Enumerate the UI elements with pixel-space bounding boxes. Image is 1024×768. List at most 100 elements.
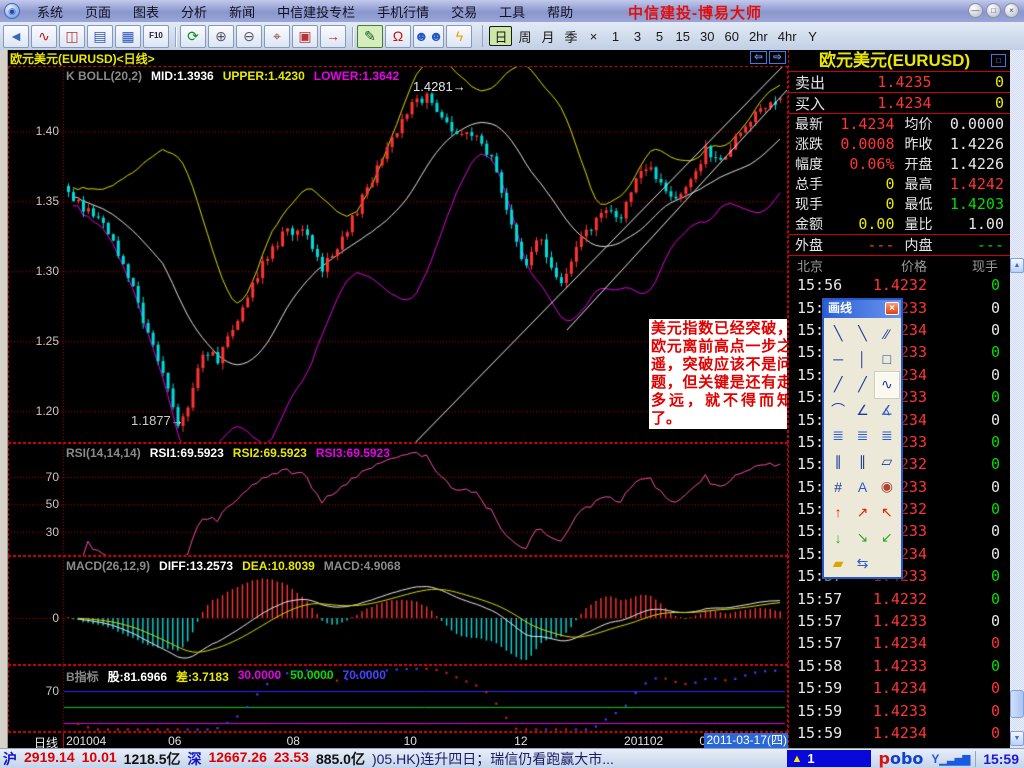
parallel-lines-tool[interactable]: ∕∕ xyxy=(875,321,899,347)
cycle-lines-tool[interactable]: ∥ xyxy=(850,449,874,475)
tape-col-price: 价格 xyxy=(861,256,927,275)
percent-lines-tool[interactable]: ≣ xyxy=(875,423,899,449)
menu-item[interactable]: 分析 xyxy=(170,1,218,22)
angle-tool[interactable]: ∠ xyxy=(850,398,874,424)
eraser-tool[interactable]: ▰ xyxy=(826,551,850,577)
alert-indicator[interactable]: ▲ 1 xyxy=(787,750,871,767)
channel-tool[interactable]: ▱ xyxy=(875,449,899,475)
rsi-header-part: RSI2:69.5923 xyxy=(233,446,307,460)
maximize-button[interactable]: □ xyxy=(986,3,1001,18)
gann-circle-tool[interactable]: ◉ xyxy=(875,474,899,500)
quote-list-button[interactable]: ▤ xyxy=(87,25,113,48)
window-switch-button[interactable]: ▣ xyxy=(292,25,318,48)
segment-line-tool[interactable]: ╱ xyxy=(826,372,850,398)
fib-retracement-tool[interactable]: ≣ xyxy=(826,423,850,449)
menu-item[interactable]: 工具 xyxy=(488,1,536,22)
main-chart-pane[interactable]: K BOLL(20,2)MID:1.3936UPPER:1.4230LOWER:… xyxy=(8,66,788,443)
period-button[interactable]: 60 xyxy=(720,26,742,46)
period-button[interactable]: 30 xyxy=(696,26,718,46)
tape-scrollbar[interactable]: ▲ ▼ xyxy=(1010,50,1024,748)
period-button[interactable]: 5 xyxy=(650,26,670,46)
fib-expansion-tool[interactable]: ≣ xyxy=(850,423,874,449)
minimize-button[interactable]: — xyxy=(968,3,983,18)
rsi-canvas[interactable] xyxy=(9,444,787,555)
scroll-left-button[interactable]: ⇦ xyxy=(750,51,767,64)
menu-item[interactable]: 系统 xyxy=(26,1,74,22)
macd-canvas[interactable] xyxy=(9,557,787,664)
report-button[interactable]: ▦ xyxy=(115,25,141,48)
palette-title-bar[interactable]: 画线 × xyxy=(824,300,901,318)
period-button[interactable]: 3 xyxy=(628,26,648,46)
tape-row: 15:57 1.4233 0 xyxy=(789,610,1010,632)
arrow-down-right-tool[interactable]: ↘ xyxy=(850,525,874,551)
menu-item[interactable]: 帮助 xyxy=(536,1,584,22)
quote-label: 内盘 xyxy=(905,235,947,255)
menu-item[interactable]: 手机行情 xyxy=(366,1,440,22)
back-button[interactable]: ◄ xyxy=(3,25,29,48)
current-date-badge[interactable]: 2011-03-17(四) xyxy=(704,733,791,749)
draw-button[interactable]: ✎ xyxy=(357,25,383,48)
period-button[interactable]: 季 xyxy=(561,26,582,46)
period-button[interactable]: 周 xyxy=(514,26,535,46)
rectangle-tool[interactable]: □ xyxy=(875,347,899,373)
period-button[interactable]: 日 xyxy=(489,26,512,46)
arrow-down-tool[interactable]: ↓ xyxy=(826,525,850,551)
title-bar[interactable]: ◉ 系统页面图表分析新闻中信建投专栏手机行情交易工具帮助 中信建投-博易大师 —… xyxy=(0,0,1024,22)
refresh-button[interactable]: ⟳ xyxy=(180,25,206,48)
arrow-up-tool[interactable]: ↑ xyxy=(826,500,850,526)
horizontal-line-tool[interactable]: ─ xyxy=(826,347,850,373)
period-button[interactable]: 15 xyxy=(672,26,694,46)
period-button[interactable]: 1 xyxy=(606,26,626,46)
tape-volume: 0 xyxy=(927,388,1010,406)
quote-label: 卖出 xyxy=(795,72,841,93)
arrow-segment-tool[interactable]: ╱ xyxy=(850,372,874,398)
vertical-line-tool[interactable]: │ xyxy=(850,347,874,373)
period-button[interactable]: 4hr xyxy=(774,26,801,46)
panel-maximize-button[interactable]: □ xyxy=(991,54,1006,67)
zoom-in-button[interactable]: ⊕ xyxy=(208,25,234,48)
palette-close-button[interactable]: × xyxy=(885,302,899,315)
x-axis-tick: 10 xyxy=(404,734,417,748)
text-tool[interactable]: A xyxy=(850,474,874,500)
f10-button[interactable]: F10 xyxy=(143,25,169,48)
b-indicator-pane[interactable]: B指标股:81.6966差:3.718330.000050.000070.000… xyxy=(8,665,788,732)
trend-line-tool[interactable]: ╲ xyxy=(826,321,850,347)
scroll-down-button[interactable]: ▼ xyxy=(1010,731,1024,746)
wave-line-tool[interactable]: ∿ xyxy=(875,372,899,398)
alarm-button[interactable]: Ω xyxy=(385,25,411,48)
lightning-button[interactable]: ϟ xyxy=(446,25,472,48)
drag-button[interactable]: ⌖ xyxy=(264,25,290,48)
menu-item[interactable]: 中信建投专栏 xyxy=(266,1,366,22)
arrow-down-left-tool[interactable]: ↙ xyxy=(875,525,899,551)
next-window-button[interactable]: → xyxy=(320,25,346,48)
line-chart-button[interactable]: ∿ xyxy=(31,25,57,48)
rsi-pane[interactable]: RSI(14,14,14)RSI1:69.5923RSI2:69.5923RSI… xyxy=(8,443,788,556)
arrow-up-right-tool[interactable]: ↗ xyxy=(850,500,874,526)
menu-item[interactable]: 图表 xyxy=(122,1,170,22)
chart-note-annotation[interactable]: 美元指数已经突破，欧元离前高点一步之遥，突破应该不是问题，但关键是还有走多远，就… xyxy=(649,319,788,429)
scroll-right-button[interactable]: ⇨ xyxy=(769,51,786,64)
hide-palette-tool[interactable]: ⇆ xyxy=(850,551,874,577)
macd-pane[interactable]: MACD(26,12,9)DIFF:13.2573DEA:10.8039MACD… xyxy=(8,556,788,665)
menu-item[interactable]: 交易 xyxy=(440,1,488,22)
gann-fan-tool[interactable]: ∡ xyxy=(875,398,899,424)
arrow-up-left-tool[interactable]: ↖ xyxy=(875,500,899,526)
menu-item[interactable]: 新闻 xyxy=(218,1,266,22)
close-button[interactable]: × xyxy=(1004,3,1019,18)
quote-value: 0.06% xyxy=(837,155,895,173)
fib-timezones-tool[interactable]: ∥ xyxy=(826,449,850,475)
kline-chart-button[interactable]: ◫ xyxy=(59,25,85,48)
scrollbar-thumb[interactable] xyxy=(1010,690,1024,718)
menu-item[interactable]: 页面 xyxy=(74,1,122,22)
regression-tool[interactable]: # xyxy=(826,474,850,500)
arc-tool[interactable]: ⌒ xyxy=(826,398,850,424)
scroll-up-button[interactable]: ▲ xyxy=(1010,258,1024,273)
zoom-out-button[interactable]: ⊖ xyxy=(236,25,262,48)
period-button[interactable]: 2hr xyxy=(745,26,772,46)
users-button[interactable]: ☻☻ xyxy=(413,25,444,48)
period-button[interactable]: 月 xyxy=(538,26,559,46)
tape-volume: 0 xyxy=(927,478,1010,496)
period-button[interactable]: Y xyxy=(803,26,823,46)
ray-line-tool[interactable]: ╲ xyxy=(850,321,874,347)
period-button[interactable]: × xyxy=(584,26,604,46)
